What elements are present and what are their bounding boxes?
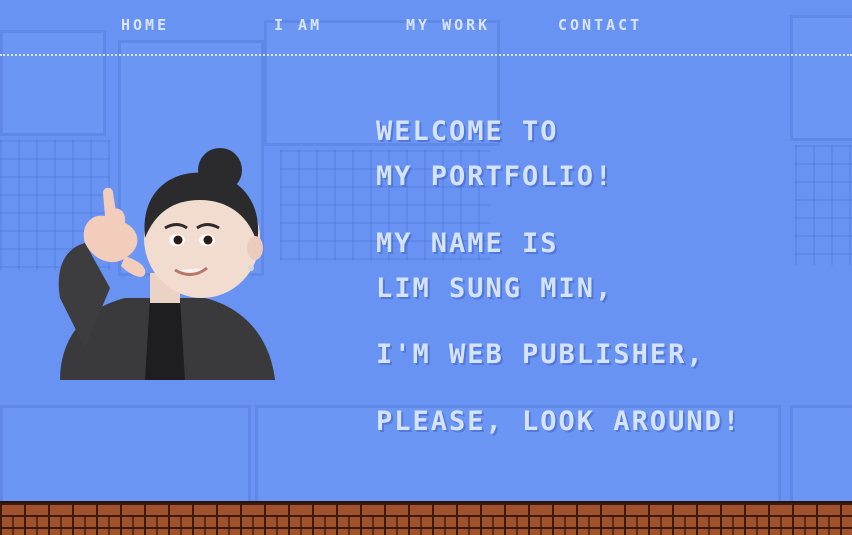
avatar-image xyxy=(58,148,275,380)
welcome-line-1: WELCOME TO xyxy=(376,116,559,147)
background-panel xyxy=(790,405,852,507)
role-line: I'M WEB PUBLISHER, xyxy=(376,339,705,370)
top-navigation: HOME I AM MY WORK CONTACT xyxy=(0,0,852,56)
cta-line: PLEASE, LOOK AROUND! xyxy=(376,406,742,437)
nav-i-am-link[interactable]: I AM xyxy=(274,16,322,34)
background-panel xyxy=(795,145,852,265)
background-panel xyxy=(0,405,251,507)
brick-floor xyxy=(0,501,852,535)
nav-my-work-link[interactable]: MY WORK xyxy=(406,16,490,34)
name-line-1: MY NAME IS xyxy=(376,228,559,259)
nav-contact-link[interactable]: CONTACT xyxy=(558,16,642,34)
welcome-line-2: MY PORTFOLIO! xyxy=(376,161,614,192)
name-line-2: LIM SUNG MIN, xyxy=(376,273,614,304)
nav-home-link[interactable]: HOME xyxy=(121,16,169,34)
